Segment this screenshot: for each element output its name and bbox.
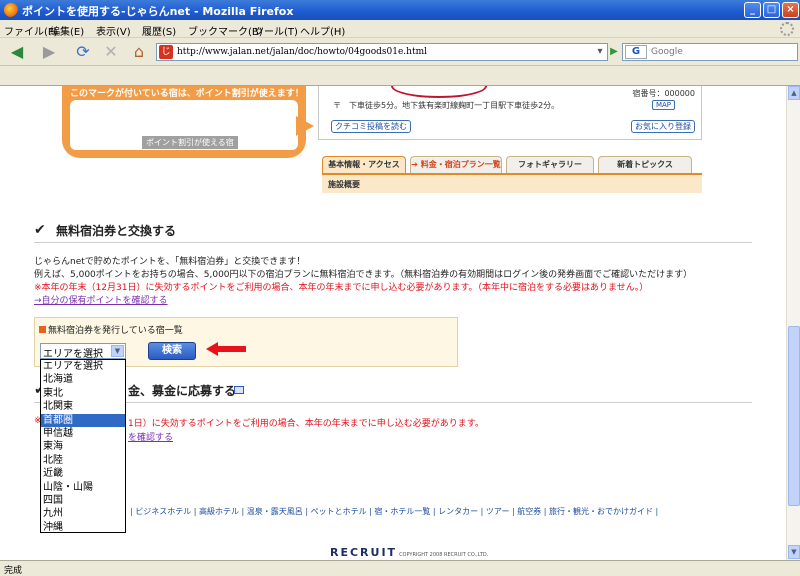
area-option-tohoku[interactable]: 東北 <box>41 387 125 400</box>
window-title: ポイントを使用する-じゃらんnet - Mozilla Firefox <box>22 5 294 18</box>
intro-text-line2: 例えば、5,000ポイントをお持ちの場合、5,000円以下の宿泊プランに無料宿泊… <box>34 270 693 280</box>
area-select[interactable]: エリアを選択 ▼ <box>40 343 126 360</box>
area-option-hokkaido[interactable]: 北海道 <box>41 373 125 386</box>
search-button[interactable]: 検索 <box>148 342 196 360</box>
throbber-icon <box>780 22 794 36</box>
menu-tools[interactable]: ツール(T) <box>254 23 298 38</box>
tab-price-plans[interactable]: ➔ 料金・宿泊プラン一覧 <box>410 156 502 174</box>
area-option-kinki[interactable]: 近畿 <box>41 467 125 480</box>
vertical-scrollbar[interactable]: ▲ ▼ <box>786 86 800 560</box>
scroll-down-icon[interactable]: ▼ <box>788 545 800 559</box>
area-option-koshinetsu[interactable]: 甲信越 <box>41 427 125 440</box>
area-dropdown-list[interactable]: エリアを選択 北海道 東北 北関東 首都圏 甲信越 東海 北陸 近畿 山陰・山陽… <box>40 359 126 533</box>
area-option-hokuriku[interactable]: 北陸 <box>41 454 125 467</box>
hotel-list-header: 無料宿泊券を発行している宿一覧 <box>39 323 183 336</box>
hotel-tabs: 基本情報・アクセス ➔ 料金・宿泊プラン一覧 フォトギャラリー 新着トピックス <box>322 156 702 174</box>
expiry-warning-2: 1日）に失効するポイントをご利用の場合、本年の年末までに申し込む必要があります。 <box>128 419 484 429</box>
menu-bar: ファイル(F) 編集(E) 表示(V) 履歴(S) ブックマーク(B) ツール(… <box>0 20 800 38</box>
intro-text-line1: じゃらんnetで貯めたポイントを、「無料宿泊券」と交換できます！ <box>34 257 306 267</box>
maximize-button[interactable]: □ <box>763 2 780 18</box>
red-highlight-oval <box>391 86 487 98</box>
menu-help[interactable]: ヘルプ(H) <box>300 23 345 38</box>
check-points-link[interactable]: →自分の保有ポイントを確認する <box>34 293 168 306</box>
site-favicon-icon: じ <box>159 45 173 59</box>
area-option-okinawa[interactable]: 沖縄 <box>41 521 125 534</box>
firefox-icon <box>4 3 18 17</box>
callout-pointer <box>296 116 314 136</box>
menu-bookmarks[interactable]: ブックマーク(B) <box>188 23 263 38</box>
red-arrow-icon <box>206 342 246 356</box>
area-option-kyushu[interactable]: 九州 <box>41 507 125 520</box>
area-option-kita-kanto[interactable]: 北関東 <box>41 400 125 413</box>
status-bar: 完成 <box>0 560 800 576</box>
reload-button[interactable]: ⟳ <box>72 42 94 62</box>
url-text[interactable]: http://www.jalan.net/jalan/doc/howto/04g… <box>177 47 427 57</box>
footer-links[interactable]: | ビジネスホテル | 高級ホテル | 温泉・露天風呂 | ペットとホテル | … <box>130 506 658 517</box>
section-divider-2 <box>34 402 752 403</box>
check-points-link-2[interactable]: を確認する <box>128 430 173 443</box>
tab-photo-gallery[interactable]: フォトギャラリー <box>506 156 594 174</box>
url-bar[interactable]: じ http://www.jalan.net/jalan/doc/howto/0… <box>156 43 608 61</box>
hotel-address: 〒 下車徒歩5分。地下鉄有楽町線麹町一丁目駅下車徒歩2分。 <box>333 101 560 110</box>
section-divider <box>34 242 752 243</box>
bookmarks-toolbar <box>0 66 800 86</box>
area-select-value: エリアを選択 <box>43 349 103 360</box>
section-title-free-stay: 無料宿泊券と交換する <box>56 224 177 238</box>
search-input[interactable] <box>651 45 791 59</box>
menu-history[interactable]: 履歴(S) <box>142 23 176 38</box>
point-discount-banner: このマークが付いている宿は、ポイント割引が使えます！ <box>70 89 304 99</box>
search-engine-icon[interactable]: G <box>625 45 647 59</box>
point-discount-tag: ポイント割引が使える宿 <box>142 136 238 149</box>
scrollbar-thumb[interactable] <box>788 326 800 506</box>
hotel-info-box: 〒 下車徒歩5分。地下鉄有楽町線麹町一丁目駅下車徒歩2分。 クチコミ投稿を読む … <box>318 86 702 140</box>
navigation-toolbar: ◀ ▶ ⟳ ✕ ⌂ じ http://www.jalan.net/jalan/d… <box>0 38 800 66</box>
go-button-icon[interactable]: ▶ <box>606 43 622 61</box>
point-discount-panel: このマークが付いている宿は、ポイント割引が使えます！ ポイント割引が使える宿 <box>62 86 306 158</box>
window-title-bar: ポイントを使用する-じゃらんnet - Mozilla Firefox _ □ … <box>0 0 800 20</box>
facility-overview-label: 施設概要 <box>328 180 360 189</box>
map-button[interactable]: MAP <box>651 100 675 110</box>
external-window-icon <box>234 386 244 394</box>
menu-edit[interactable]: 編集(E) <box>50 23 84 38</box>
forward-button[interactable]: ▶ <box>36 42 62 62</box>
area-option-tokai[interactable]: 東海 <box>41 440 125 453</box>
favorite-button[interactable]: お気に入り登録 <box>631 120 695 133</box>
area-option-sanin-sanyo[interactable]: 山陰・山陽 <box>41 481 125 494</box>
search-box[interactable]: G <box>622 43 798 61</box>
menu-view[interactable]: 表示(V) <box>96 23 131 38</box>
section-title-exchange: 金、募金に応募する <box>128 384 237 398</box>
close-button[interactable]: × <box>782 2 799 18</box>
hotel-number: 宿番号：000000 <box>632 89 695 98</box>
tab-content-header: 施設概要 <box>322 173 702 193</box>
home-button[interactable]: ⌂ <box>128 42 150 62</box>
kuchikomi-button[interactable]: クチコミ投稿を読む <box>331 120 411 133</box>
chevron-down-icon[interactable]: ▼ <box>111 345 124 357</box>
area-option-shikoku[interactable]: 四国 <box>41 494 125 507</box>
stop-button[interactable]: ✕ <box>100 42 122 62</box>
back-button[interactable]: ◀ <box>4 42 30 62</box>
tab-basic-info[interactable]: 基本情報・アクセス <box>322 156 406 174</box>
point-discount-panel-inner: ポイント割引が使える宿 <box>70 100 298 150</box>
recruit-logo: RECRUIT COPYRIGHT 2008 RECRUIT CO.,LTD. <box>330 546 489 559</box>
scroll-up-icon[interactable]: ▲ <box>788 86 800 100</box>
minimize-button[interactable]: _ <box>744 2 761 18</box>
tab-new-topics[interactable]: 新着トピックス <box>598 156 692 174</box>
bullet-square-icon <box>39 326 46 333</box>
expiry-warning: ※本年の年末（12月31日）に失効するポイントをご利用の場合、本年の年末までに申… <box>34 283 649 293</box>
status-text: 完成 <box>4 566 23 576</box>
check-icon: ✔ <box>34 222 46 238</box>
area-option-shutoken[interactable]: 首都圏 <box>41 413 125 427</box>
area-option-select[interactable]: エリアを選択 <box>41 360 125 373</box>
